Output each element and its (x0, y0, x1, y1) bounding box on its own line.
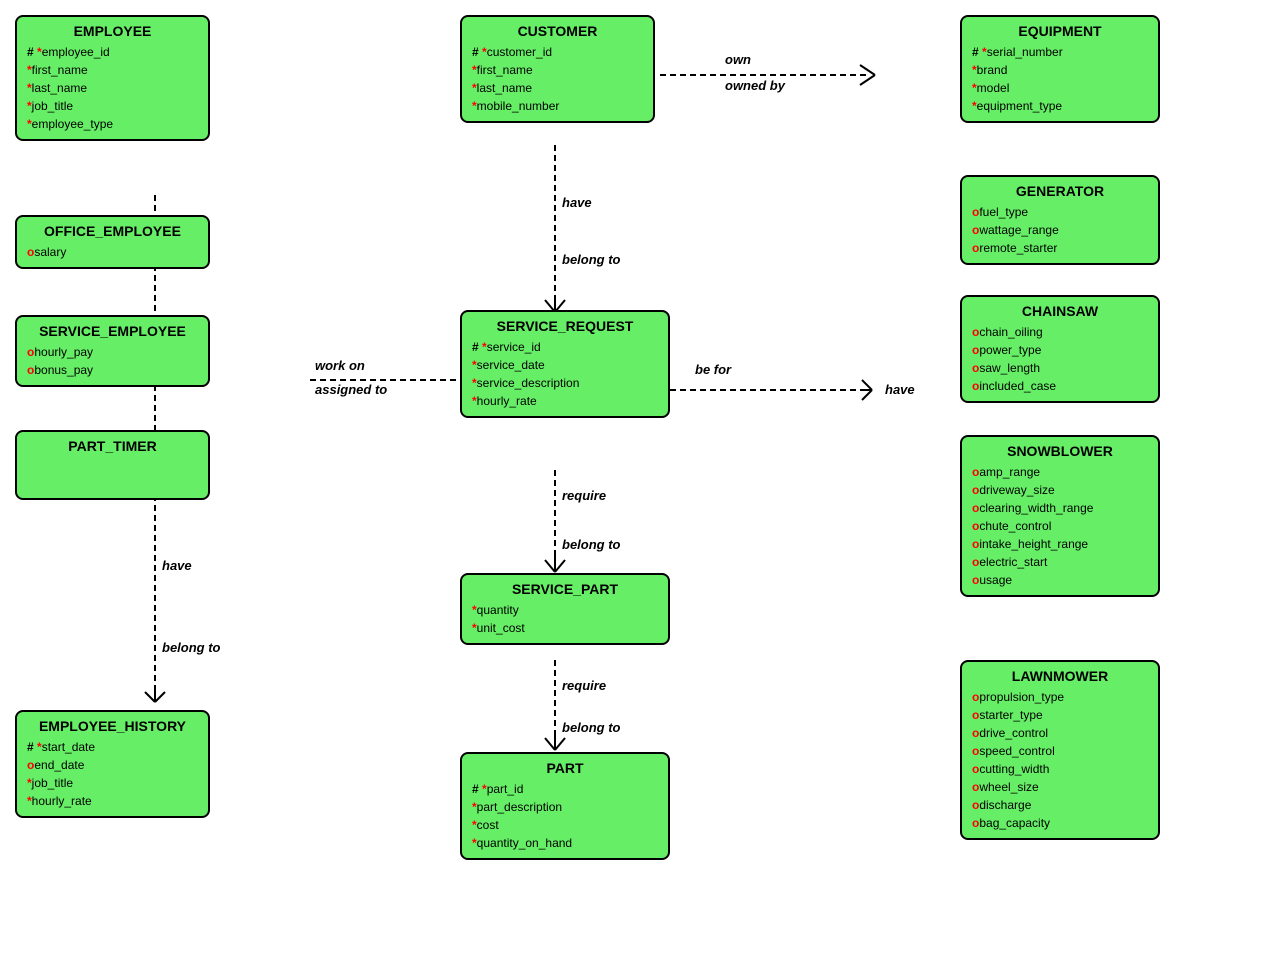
sb-field-4: ochute_control (972, 517, 1148, 535)
lm-field-7: odischarge (972, 796, 1148, 814)
lm-field-2: ostarter_type (972, 706, 1148, 724)
belong-to-part-label: belong to (562, 720, 621, 735)
lm-field-5: ocutting_width (972, 760, 1148, 778)
emp-hist-field-1: # *start_date (27, 738, 198, 756)
own-label: own (725, 52, 751, 67)
service-employee-field-2: obonus_pay (27, 361, 198, 379)
part-timer-entity: PART_TIMER (15, 430, 210, 500)
snowblower-entity: SNOWBLOWER oamp_range odriveway_size ocl… (960, 435, 1160, 597)
lm-field-4: ospeed_control (972, 742, 1148, 760)
customer-field-4: *mobile_number (472, 97, 643, 115)
diagram: EMPLOYEE # *employee_id *first_name *las… (0, 0, 1288, 965)
assigned-to-label: assigned to (315, 382, 387, 397)
work-on-label: work on (315, 358, 365, 373)
cs-field-4: oincluded_case (972, 377, 1148, 395)
require-part-label: require (562, 678, 606, 693)
sb-field-7: ousage (972, 571, 1148, 589)
gen-field-3: oremote_starter (972, 239, 1148, 257)
service-part-title: SERVICE_PART (472, 581, 658, 597)
lawnmower-title: LAWNMOWER (972, 668, 1148, 684)
office-employee-field-1: osalary (27, 243, 198, 261)
cs-field-3: osaw_length (972, 359, 1148, 377)
have-employee-label: have (162, 558, 192, 573)
equip-field-3: *model (972, 79, 1148, 97)
service-part-entity: SERVICE_PART *quantity *unit_cost (460, 573, 670, 645)
generator-title: GENERATOR (972, 183, 1148, 199)
belong-to-service-label: belong to (562, 537, 621, 552)
employee-field-1: # *employee_id (27, 43, 198, 61)
cs-field-2: opower_type (972, 341, 1148, 359)
cs-field-1: ochain_oiling (972, 323, 1148, 341)
customer-field-3: *last_name (472, 79, 643, 97)
service-request-title: SERVICE_REQUEST (472, 318, 658, 334)
equip-field-4: *equipment_type (972, 97, 1148, 115)
service-employee-entity: SERVICE_EMPLOYEE ohourly_pay obonus_pay (15, 315, 210, 387)
part-field-1: # *part_id (472, 780, 658, 798)
chainsaw-title: CHAINSAW (972, 303, 1148, 319)
sr-field-3: *service_description (472, 374, 658, 392)
lm-field-6: owheel_size (972, 778, 1148, 796)
employee-field-2: *first_name (27, 61, 198, 79)
snowblower-title: SNOWBLOWER (972, 443, 1148, 459)
require-service-label: require (562, 488, 606, 503)
employee-title: EMPLOYEE (27, 23, 198, 39)
equipment-entity: EQUIPMENT # *serial_number *brand *model… (960, 15, 1160, 123)
emp-hist-field-3: *job_title (27, 774, 198, 792)
part-title: PART (472, 760, 658, 776)
emp-hist-field-4: *hourly_rate (27, 792, 198, 810)
lm-field-3: odrive_control (972, 724, 1148, 742)
chainsaw-entity: CHAINSAW ochain_oiling opower_type osaw_… (960, 295, 1160, 403)
sb-field-6: oelectric_start (972, 553, 1148, 571)
equipment-title: EQUIPMENT (972, 23, 1148, 39)
generator-entity: GENERATOR ofuel_type owattage_range orem… (960, 175, 1160, 265)
employee-field-4: *job_title (27, 97, 198, 115)
sb-field-3: oclearing_width_range (972, 499, 1148, 517)
sb-field-1: oamp_range (972, 463, 1148, 481)
equip-field-1: # *serial_number (972, 43, 1148, 61)
employee-field-3: *last_name (27, 79, 198, 97)
customer-field-1: # *customer_id (472, 43, 643, 61)
equip-field-2: *brand (972, 61, 1148, 79)
owned-by-label: owned by (725, 78, 785, 93)
lm-field-1: opropulsion_type (972, 688, 1148, 706)
part-field-2: *part_description (472, 798, 658, 816)
service-request-entity: SERVICE_REQUEST # *service_id *service_d… (460, 310, 670, 418)
sp-field-1: *quantity (472, 601, 658, 619)
customer-entity: CUSTOMER # *customer_id *first_name *las… (460, 15, 655, 123)
have-equipment-label: have (885, 382, 915, 397)
employee-entity: EMPLOYEE # *employee_id *first_name *las… (15, 15, 210, 141)
service-employee-title: SERVICE_EMPLOYEE (27, 323, 198, 339)
office-employee-title: OFFICE_EMPLOYEE (27, 223, 198, 239)
emp-hist-field-2: oend_date (27, 756, 198, 774)
sp-field-2: *unit_cost (472, 619, 658, 637)
belong-to-employee-label: belong to (162, 640, 221, 655)
sr-field-4: *hourly_rate (472, 392, 658, 410)
part-field-4: *quantity_on_hand (472, 834, 658, 852)
sr-field-2: *service_date (472, 356, 658, 374)
belong-to-customer-label: belong to (562, 252, 621, 267)
lm-field-8: obag_capacity (972, 814, 1148, 832)
part-timer-title: PART_TIMER (27, 438, 198, 454)
customer-title: CUSTOMER (472, 23, 643, 39)
employee-history-entity: EMPLOYEE_HISTORY # *start_date oend_date… (15, 710, 210, 818)
part-field-3: *cost (472, 816, 658, 834)
have-customer-label: have (562, 195, 592, 210)
gen-field-2: owattage_range (972, 221, 1148, 239)
customer-field-2: *first_name (472, 61, 643, 79)
service-employee-field-1: ohourly_pay (27, 343, 198, 361)
sb-field-2: odriveway_size (972, 481, 1148, 499)
be-for-label: be for (695, 362, 731, 377)
sr-field-1: # *service_id (472, 338, 658, 356)
office-employee-entity: OFFICE_EMPLOYEE osalary (15, 215, 210, 269)
part-entity: PART # *part_id *part_description *cost … (460, 752, 670, 860)
gen-field-1: ofuel_type (972, 203, 1148, 221)
employee-history-title: EMPLOYEE_HISTORY (27, 718, 198, 734)
lawnmower-entity: LAWNMOWER opropulsion_type ostarter_type… (960, 660, 1160, 840)
sb-field-5: ointake_height_range (972, 535, 1148, 553)
employee-field-5: *employee_type (27, 115, 198, 133)
